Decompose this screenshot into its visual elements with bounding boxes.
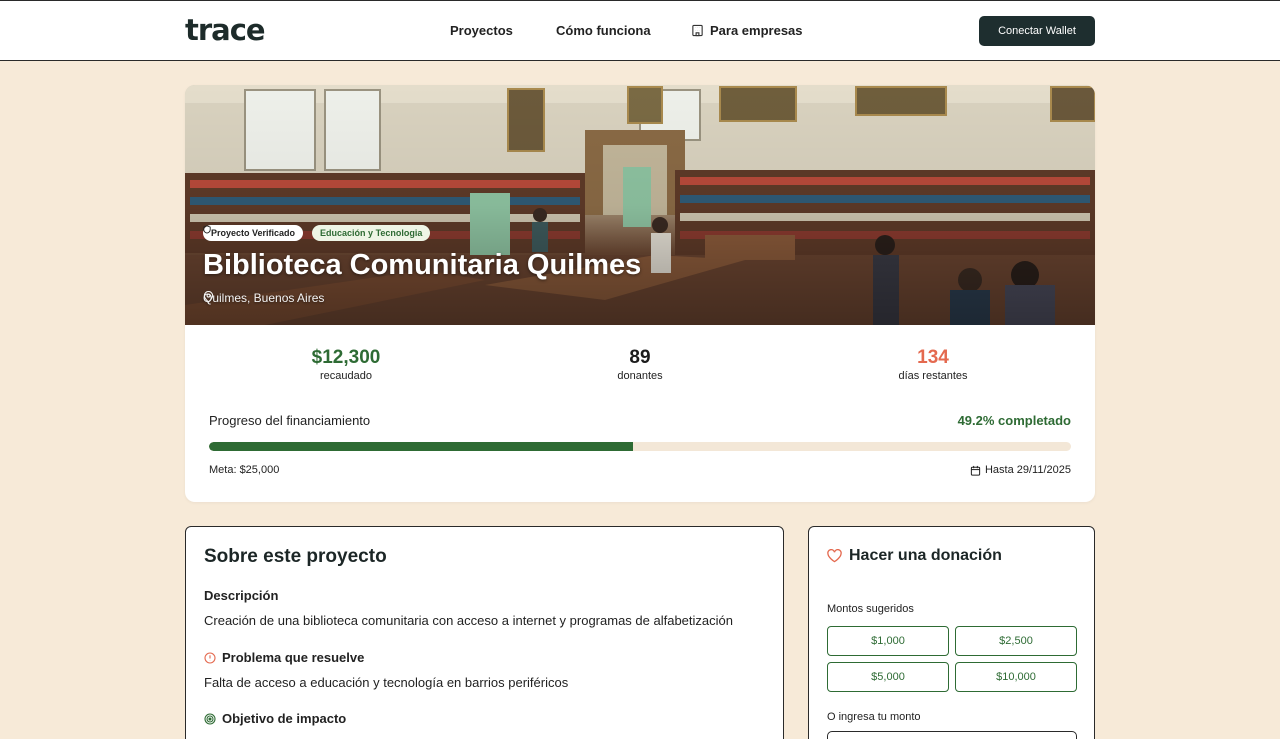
project-location: Quilmes, Buenos Aires	[203, 291, 324, 305]
verified-badge-label: Proyecto Verificado	[211, 228, 296, 238]
amount-button-2500[interactable]: $2,500	[955, 626, 1077, 656]
shield-icon	[203, 225, 211, 234]
donation-title: Hacer una donación	[827, 547, 1002, 565]
verified-badge: Proyecto Verificado	[203, 225, 304, 241]
project-location-text: Quilmes, Buenos Aires	[203, 291, 325, 305]
nav-link-proyectos[interactable]: Proyectos	[450, 23, 513, 38]
funding-stats: $12,300 recaudado 89 donantes 134 días r…	[185, 347, 1095, 391]
project-summary-card: Proyecto Verificado Educación y Tecnolog…	[185, 85, 1095, 502]
custom-amount-input[interactable]	[827, 731, 1077, 739]
about-project-card: Sobre este proyecto Descripción Creación…	[185, 526, 784, 739]
heart-icon	[827, 549, 842, 563]
stat-days-left: 134 días restantes	[833, 347, 1033, 382]
alert-circle-icon	[204, 651, 216, 664]
donation-title-label: Hacer una donación	[849, 547, 1002, 564]
funding-progress-fill	[209, 442, 634, 451]
description-heading: Descripción	[204, 588, 279, 603]
amount-button-1000[interactable]: $1,000	[827, 626, 949, 656]
raised-label: recaudado	[320, 370, 372, 382]
description-text: Creación de una biblioteca comunitaria c…	[204, 613, 733, 628]
progress-percent: 49.2% completado	[957, 413, 1071, 428]
progress-label: Progreso del financiamiento	[209, 413, 371, 428]
connect-wallet-button[interactable]: Conectar Wallet	[979, 16, 1095, 46]
nav-link-como-funciona[interactable]: Cómo funciona	[556, 23, 651, 38]
raised-value: $12,300	[311, 347, 381, 368]
nav-link-para-empresas[interactable]: Para empresas	[691, 23, 803, 38]
objective-heading-label: Objetivo de impacto	[222, 711, 347, 726]
suggested-amounts-label: Montos sugeridos	[827, 603, 914, 615]
problem-text: Falta de acceso a educación y tecnología…	[204, 675, 569, 690]
target-icon	[204, 712, 216, 725]
brand-logo[interactable]: trace	[185, 13, 266, 47]
objective-heading: Objetivo de impacto	[204, 711, 346, 726]
problem-heading-label: Problema que resuelve	[222, 650, 365, 665]
library-illustration	[185, 85, 1095, 325]
stat-donors: 89 donantes	[540, 347, 740, 382]
map-pin-icon	[203, 291, 214, 303]
amount-button-10000[interactable]: $10,000	[955, 662, 1077, 692]
problem-heading: Problema que resuelve	[204, 650, 364, 665]
donors-value: 89	[629, 347, 651, 368]
top-navbar: trace Proyectos Cómo funciona Para empre…	[0, 0, 1280, 61]
building-icon	[692, 24, 703, 37]
custom-amount-label: O ingresa tu monto	[827, 711, 921, 723]
funding-deadline: Hasta 29/11/2025	[970, 464, 1071, 476]
about-title: Sobre este proyecto	[204, 546, 387, 567]
project-title: Biblioteca Comunitaria Quilmes	[203, 249, 642, 281]
project-cover-image: Proyecto Verificado Educación y Tecnolog…	[185, 85, 1095, 325]
stat-raised: $12,300 recaudado	[246, 347, 446, 382]
days-left-value: 134	[917, 347, 949, 368]
nav-link-label: Para empresas	[710, 23, 803, 38]
amount-button-5000[interactable]: $5,000	[827, 662, 949, 692]
funding-goal: Meta: $25,000	[209, 464, 280, 476]
calendar-icon	[970, 465, 981, 476]
days-left-label: días restantes	[898, 370, 968, 382]
funding-progress-bar	[209, 442, 1071, 451]
project-badges: Proyecto Verificado Educación y Tecnolog…	[203, 225, 431, 241]
donation-card: Hacer una donación Montos sugeridos $1,0…	[808, 526, 1095, 739]
category-badge: Educación y Tecnologia	[312, 225, 431, 241]
funding-deadline-text: Hasta 29/11/2025	[984, 464, 1071, 476]
donors-label: donantes	[617, 370, 663, 382]
